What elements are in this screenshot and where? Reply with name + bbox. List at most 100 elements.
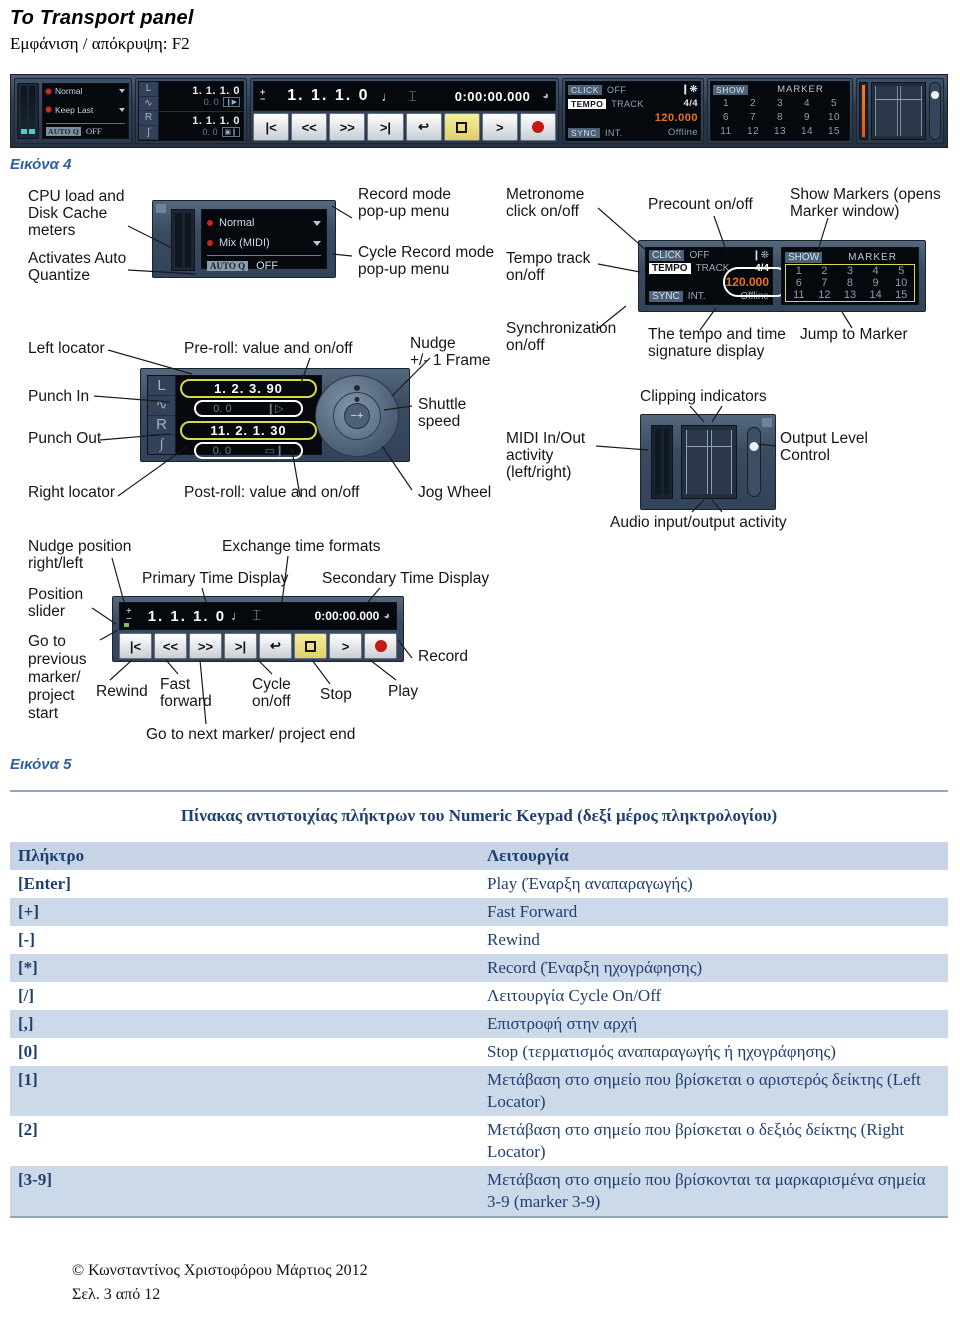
click-row[interactable]: CLICK OFF ❙❊ [568, 84, 698, 95]
sync-tag[interactable]: SYNC [568, 127, 601, 138]
record-mode-label: Normal [55, 86, 83, 96]
marker-cell[interactable]: 9 [794, 111, 820, 124]
stop-button[interactable] [443, 113, 480, 141]
marker-cell[interactable]: 11 [713, 125, 739, 138]
panel-handle-icon [156, 204, 166, 213]
marker-group: SHOW MARKER 1 2 3 4 5 6 7 8 9 10 11 12 1… [707, 78, 853, 144]
time-display: + − 1. 1. 1. 0 ♩ ⌶ 0:00:00.000 ◕ [253, 81, 556, 111]
fast-forward-button: >> [189, 633, 222, 659]
annotation-record: Record [418, 648, 468, 665]
punch-in-icon[interactable]: ∿ [139, 97, 158, 111]
pre-roll-toggle-icon: ❙▷ [266, 403, 284, 415]
annotation-output-level: Output Level Control [780, 430, 868, 464]
left-locator-icon[interactable]: L [139, 82, 158, 97]
cpu-and-record-mode-group: Normal Keep Last AUTO Q OFF [14, 78, 132, 144]
fig4-record-mode-label: Normal [219, 217, 255, 229]
output-level-control[interactable] [929, 82, 941, 140]
left-locator-row[interactable]: 1. 1. 1. 0 0. 0 ❙▶ [159, 82, 243, 112]
marker-label: MARKER [777, 84, 824, 95]
table-cell-function: Record (Έναρξη ηχογράφησης) [479, 954, 948, 982]
left-locator-icon: L [148, 376, 175, 396]
keypad-mapping-table-wrapper: Πίνακας αντιστοιχίας πλήκτρων του Numeri… [10, 790, 948, 1218]
table-row: [0] Stop (τερματισμός αναπαραγωγής ή ηχο… [10, 1038, 948, 1066]
go-to-end-button[interactable]: >| [367, 113, 404, 141]
play-button[interactable]: > [481, 113, 518, 141]
marker-cell: 8 [846, 277, 854, 289]
marker-cell[interactable]: 5 [821, 97, 847, 110]
left-locator-value: 1. 1. 1. 0 [192, 85, 240, 98]
marker-cell: 9 [872, 277, 879, 289]
position-slider [124, 623, 129, 627]
record-mode-row[interactable]: Normal [46, 86, 125, 96]
right-locator-icon[interactable]: R [139, 111, 158, 126]
annotation-post-roll: Post-roll: value and on/off [184, 484, 360, 501]
fig4-transport-buttons: |< << >> >| ↩ > [119, 633, 397, 659]
cycle-button[interactable]: ↩ [405, 113, 442, 141]
time-signature-value[interactable]: 4/4 [684, 98, 698, 109]
annotation-left-locator: Left locator [28, 340, 105, 357]
fig4-time-display: + − 1. 1. 1. 0 ♩ ⌶ 0:00:00.000 ◕ [119, 602, 397, 630]
pre-roll-toggle-icon[interactable]: ❙▶ [222, 97, 240, 108]
fig4-output-level-fader[interactable] [747, 427, 761, 497]
fig4-show-tag: SHOW [785, 251, 823, 263]
clock-icon: ◕ [383, 610, 390, 622]
audio-channel-right [899, 86, 922, 136]
tempo-row[interactable]: TEMPO TRACK 4/4 [568, 98, 698, 109]
marker-cell[interactable]: 4 [794, 97, 820, 110]
page-number-line: Σελ. 3 από 12 [72, 1286, 161, 1303]
marker-cell[interactable]: 7 [740, 111, 766, 124]
marker-cell[interactable]: 1 [713, 97, 739, 110]
annotation-show-markers: Show Markers (opens Marker window) [790, 186, 941, 220]
go-to-start-button[interactable]: |< [253, 113, 290, 141]
fast-forward-button[interactable]: >> [329, 113, 366, 141]
marker-cell[interactable]: 15 [821, 125, 847, 138]
fader-knob[interactable] [931, 91, 939, 99]
marker-cell[interactable]: 13 [767, 125, 793, 138]
post-roll-row[interactable]: 0. 0 ▣❙ [162, 126, 240, 137]
right-locator-row[interactable]: 1. 1. 1. 0 0. 0 ▣❙ [159, 112, 243, 141]
annotation-rewind: Rewind [96, 683, 148, 700]
show-markers-button[interactable]: SHOW [713, 84, 748, 95]
fig4-midi-meters [651, 425, 673, 499]
fig4-audio-meters [681, 425, 737, 499]
sync-row[interactable]: SYNC INT. Offline [568, 127, 698, 138]
secondary-time-display[interactable]: 0:00:00.000 [455, 89, 531, 104]
rewind-button[interactable]: << [291, 113, 328, 141]
marker-cell[interactable]: 14 [794, 125, 820, 138]
click-value: OFF [607, 84, 627, 95]
post-roll-toggle-icon[interactable]: ▣❙ [221, 126, 240, 137]
primary-time-display[interactable]: 1. 1. 1. 0 [287, 87, 369, 105]
marker-cell: 12 [818, 289, 831, 301]
nudge-frame-control[interactable]: −+ [344, 403, 370, 429]
locator-icon-column: L ∿ R ∫ [139, 82, 159, 140]
fader-knob[interactable] [749, 442, 759, 451]
stop-square-icon [456, 121, 468, 133]
marker-cell[interactable]: 6 [713, 111, 739, 124]
fig4-record-mode-panel: Normal Mix (MIDI) AUTO Q OFF [152, 200, 336, 278]
jog-wheel[interactable]: −+ [315, 375, 399, 457]
table-cell-key: [*] [10, 954, 479, 982]
marker-cell[interactable]: 12 [740, 125, 766, 138]
marker-cell[interactable]: 8 [767, 111, 793, 124]
auto-quantize-row[interactable]: AUTO Q OFF [46, 123, 125, 136]
tempo-tag[interactable]: TEMPO [568, 98, 607, 109]
marker-cell[interactable]: 10 [821, 111, 847, 124]
fig4-pre-roll-value: 0. 0 [213, 402, 232, 415]
exchange-time-formats-icon[interactable]: ⌶ [409, 88, 417, 105]
precount-icon[interactable]: ❙❊ [681, 84, 698, 95]
tempo-value[interactable]: 120.000 [568, 112, 698, 124]
cycle-record-mode-row[interactable]: Keep Last [46, 105, 125, 115]
marker-cell[interactable]: 3 [767, 97, 793, 110]
table-cell-key: [,] [10, 1010, 479, 1038]
record-mode-icon [46, 88, 51, 94]
fig4-cycle-record-label: Mix (MIDI) [219, 237, 270, 249]
pre-roll-row[interactable]: 0. 0 ❙▶ [162, 97, 240, 108]
nudge-position-icon[interactable]: + − [260, 88, 265, 104]
annotation-stop: Stop [320, 686, 352, 703]
record-button[interactable] [519, 113, 556, 141]
punch-out-icon[interactable]: ∫ [139, 126, 158, 140]
marker-cell[interactable]: 2 [740, 97, 766, 110]
fig4-locator-panel: L ∿ R ∫ 1. 2. 3. 90 0. 0 ❙▷ 11. 2. 1. 30… [140, 368, 410, 462]
click-tag[interactable]: CLICK [568, 84, 603, 95]
fig4-auto-quantize-tag: AUTO Q [207, 260, 249, 271]
